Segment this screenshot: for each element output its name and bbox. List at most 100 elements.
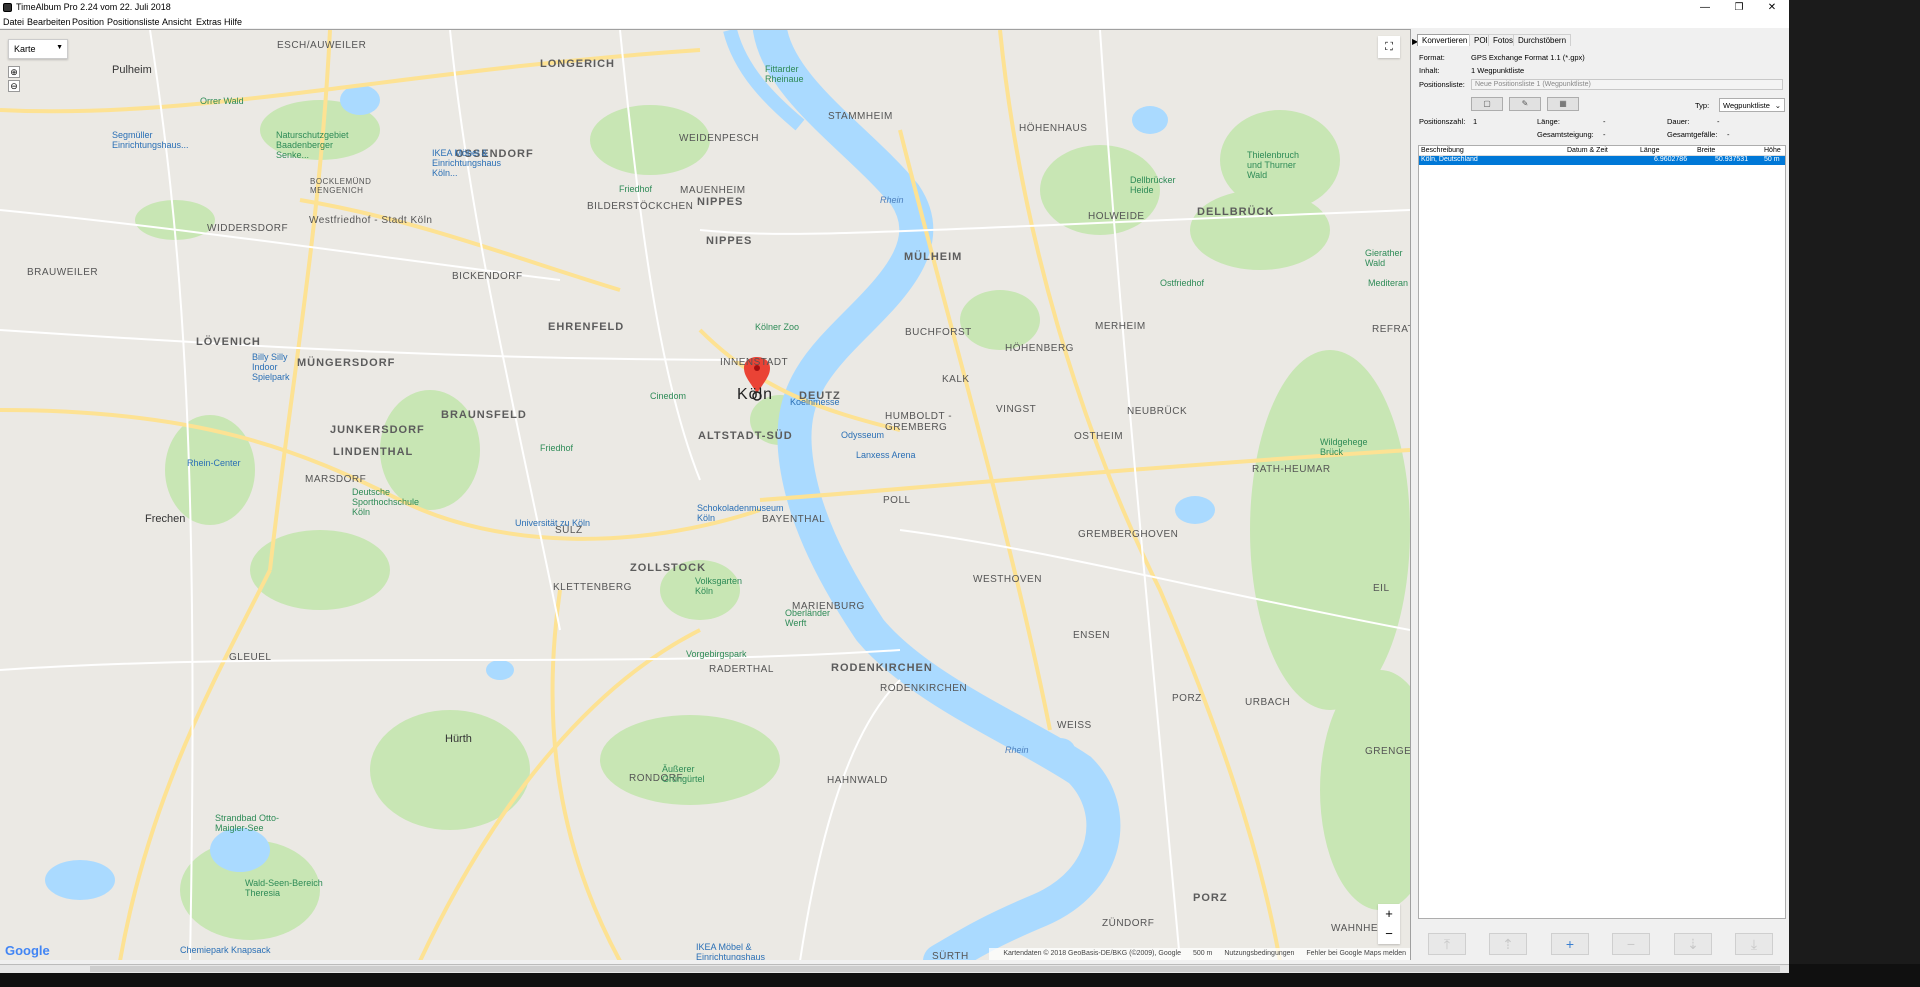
fullscreen-button[interactable]: ⛶	[1378, 36, 1400, 58]
map-label: HOLWEIDE	[1088, 211, 1145, 222]
map-label: Westfriedhof - Stadt Köln	[309, 215, 433, 226]
map-label: STAMMHEIM	[828, 111, 893, 122]
zoom-in-button[interactable]: +	[1378, 904, 1400, 924]
map-poi: Thielenbruch und Thurner Wald	[1247, 150, 1300, 180]
trash-icon: ▦	[1559, 99, 1567, 108]
table-header: Beschreibung Datum & Zeit Länge Breite H…	[1419, 146, 1785, 156]
panel-splitter[interactable]: ▶	[1410, 29, 1418, 960]
map-label: OSTHEIM	[1074, 431, 1124, 442]
column-header-hoehe[interactable]: Höhe	[1764, 147, 1781, 154]
map-label: ZÜNDORF	[1102, 918, 1155, 929]
remove-position-button[interactable]: −	[1612, 933, 1650, 955]
dauer-label: Dauer:	[1667, 117, 1690, 126]
table-row[interactable]: Köln, Deutschland 6.9602786 50.937531 50…	[1419, 156, 1785, 165]
terms-link[interactable]: Nutzungsbedingungen	[1224, 950, 1294, 957]
magnifier-plus-icon[interactable]: ⊕	[8, 66, 20, 78]
delete-list-button[interactable]: ▦	[1547, 97, 1579, 111]
tab-durchstoebern[interactable]: Durchstöbern	[1513, 34, 1572, 46]
menu-datei[interactable]: Datei	[3, 17, 24, 27]
map-poi: Friedhof	[540, 443, 574, 453]
new-document-icon: ▢	[1483, 99, 1491, 108]
minimize-button[interactable]: —	[1690, 0, 1720, 15]
map-view[interactable]: Pulheim ESCH/AUWEILER LONGERICH OSSENDOR…	[0, 29, 1410, 960]
map-poi: Koelnmesse	[790, 397, 840, 407]
map-label: GRENGEL	[1365, 746, 1410, 757]
restore-button[interactable]: ❐	[1724, 0, 1754, 15]
map-label: ALTSTADT-SÜD	[698, 430, 793, 442]
gesamtsteigung-label: Gesamtsteigung:	[1537, 130, 1594, 139]
laenge-label: Länge:	[1537, 117, 1560, 126]
move-bottom-button[interactable]: ⤓	[1735, 933, 1773, 955]
gesamtgefaelle-value: -	[1727, 130, 1730, 139]
zoom-out-button[interactable]: −	[1378, 924, 1400, 944]
menu-extras[interactable]: Extras	[196, 17, 222, 27]
close-button[interactable]: ✕	[1757, 0, 1787, 15]
typ-value: Wegpunktliste	[1723, 101, 1770, 110]
menu-position[interactable]: Position	[72, 17, 104, 27]
map-poi: Äußerer Grüngürtel	[662, 764, 705, 784]
horizontal-scrollbar[interactable]	[0, 964, 1789, 973]
typ-label: Typ:	[1695, 101, 1710, 110]
menu-positionsliste[interactable]: Positionsliste	[107, 17, 160, 27]
map-label: ENSEN	[1073, 630, 1110, 641]
edit-list-button[interactable]: ✎	[1509, 97, 1541, 111]
positionsliste-value: Neue Positionsliste 1 (Wegpunktliste)	[1475, 81, 1591, 88]
menu-hilfe[interactable]: Hilfe	[224, 17, 242, 27]
map-label: RODENKIRCHEN	[880, 683, 968, 694]
map-label: WEIDENPESCH	[679, 133, 759, 144]
map-label: Hürth	[445, 733, 472, 745]
map-poi: Ostfriedhof	[1160, 278, 1205, 288]
map-label: NIPPES	[697, 196, 744, 208]
app-window: TimeAlbum Pro 2.24 vom 22. Juli 2018 — ❐…	[0, 0, 1789, 964]
column-header-datum[interactable]: Datum & Zeit	[1567, 147, 1608, 154]
map-poi: Lanxess Arena	[856, 450, 916, 460]
map-poi: Fittarder Rheinaue	[765, 64, 804, 84]
column-header-laenge[interactable]: Länge	[1640, 147, 1659, 154]
move-up-button[interactable]: ⇡	[1489, 933, 1527, 955]
map-label: REFRATH	[1372, 324, 1410, 335]
add-position-button[interactable]: +	[1551, 933, 1589, 955]
window-title: TimeAlbum Pro 2.24 vom 22. Juli 2018	[16, 2, 171, 12]
map-label: WIDDERSDORF	[207, 223, 289, 234]
map-label: INNENSTADT	[720, 357, 789, 368]
map-poi: Mediteran	[1368, 278, 1409, 288]
move-down-button[interactable]: ⇣	[1674, 933, 1712, 955]
map-label: BICKENDORF	[452, 271, 523, 282]
positionsliste-select[interactable]: Neue Positionsliste 1 (Wegpunktliste)	[1471, 79, 1783, 90]
map-type-select[interactable]: Karte ▼	[8, 39, 68, 59]
column-header-beschreibung[interactable]: Beschreibung	[1421, 147, 1464, 154]
move-top-button[interactable]: ⤒	[1428, 933, 1466, 955]
map-river-label: Rhein	[1005, 745, 1029, 755]
report-link[interactable]: Fehler bei Google Maps melden	[1306, 950, 1406, 957]
map-label: KLETTENBERG	[553, 582, 632, 593]
map-label: WEISS	[1057, 720, 1092, 731]
map-poi: Odysseum	[841, 430, 885, 440]
map-poi: Universität zu Köln	[515, 518, 591, 528]
map-label: MERHEIM	[1095, 321, 1146, 332]
magnifier-minus-icon[interactable]: ⊖	[8, 80, 20, 92]
map-label: GLEUEL	[229, 652, 272, 663]
typ-select[interactable]: Wegpunktliste ⌄	[1719, 98, 1785, 112]
scale-label: 500 m	[1192, 950, 1213, 957]
map-label: HAHNWALD	[827, 775, 888, 786]
new-list-button[interactable]: ▢	[1471, 97, 1503, 111]
map-poi: Oberländer Werft	[785, 608, 831, 628]
map-poi: Kölner Zoo	[755, 322, 800, 332]
map-label: ZOLLSTOCK	[630, 562, 707, 574]
tab-konvertieren[interactable]: Konvertieren	[1417, 34, 1473, 46]
map-poi: Segmüller Einrichtungshaus...	[112, 130, 189, 150]
menu-bearbeiten[interactable]: Bearbeiten	[27, 17, 71, 27]
column-header-breite[interactable]: Breite	[1697, 147, 1715, 154]
position-table[interactable]: Beschreibung Datum & Zeit Länge Breite H…	[1418, 145, 1786, 919]
map-poi: Wald-Seen-Bereich Theresia	[245, 878, 323, 898]
map-label: MAUENHEIM	[680, 185, 746, 196]
map-poi: IKEA Möbel & Einrichtungshaus Köln...	[432, 148, 502, 178]
chevron-down-icon: ⌄	[1774, 101, 1781, 110]
menu-ansicht[interactable]: Ansicht	[162, 17, 192, 27]
map-label: DELLBRÜCK	[1197, 206, 1275, 218]
map-poi: Naturschutzgebiet Baadenberger Senke...	[276, 130, 349, 160]
dauer-value: -	[1717, 117, 1720, 126]
map-city-label: Köln	[737, 386, 774, 403]
map-label: MÜLHEIM	[904, 251, 963, 263]
scrollbar-thumb[interactable]	[90, 966, 1780, 972]
